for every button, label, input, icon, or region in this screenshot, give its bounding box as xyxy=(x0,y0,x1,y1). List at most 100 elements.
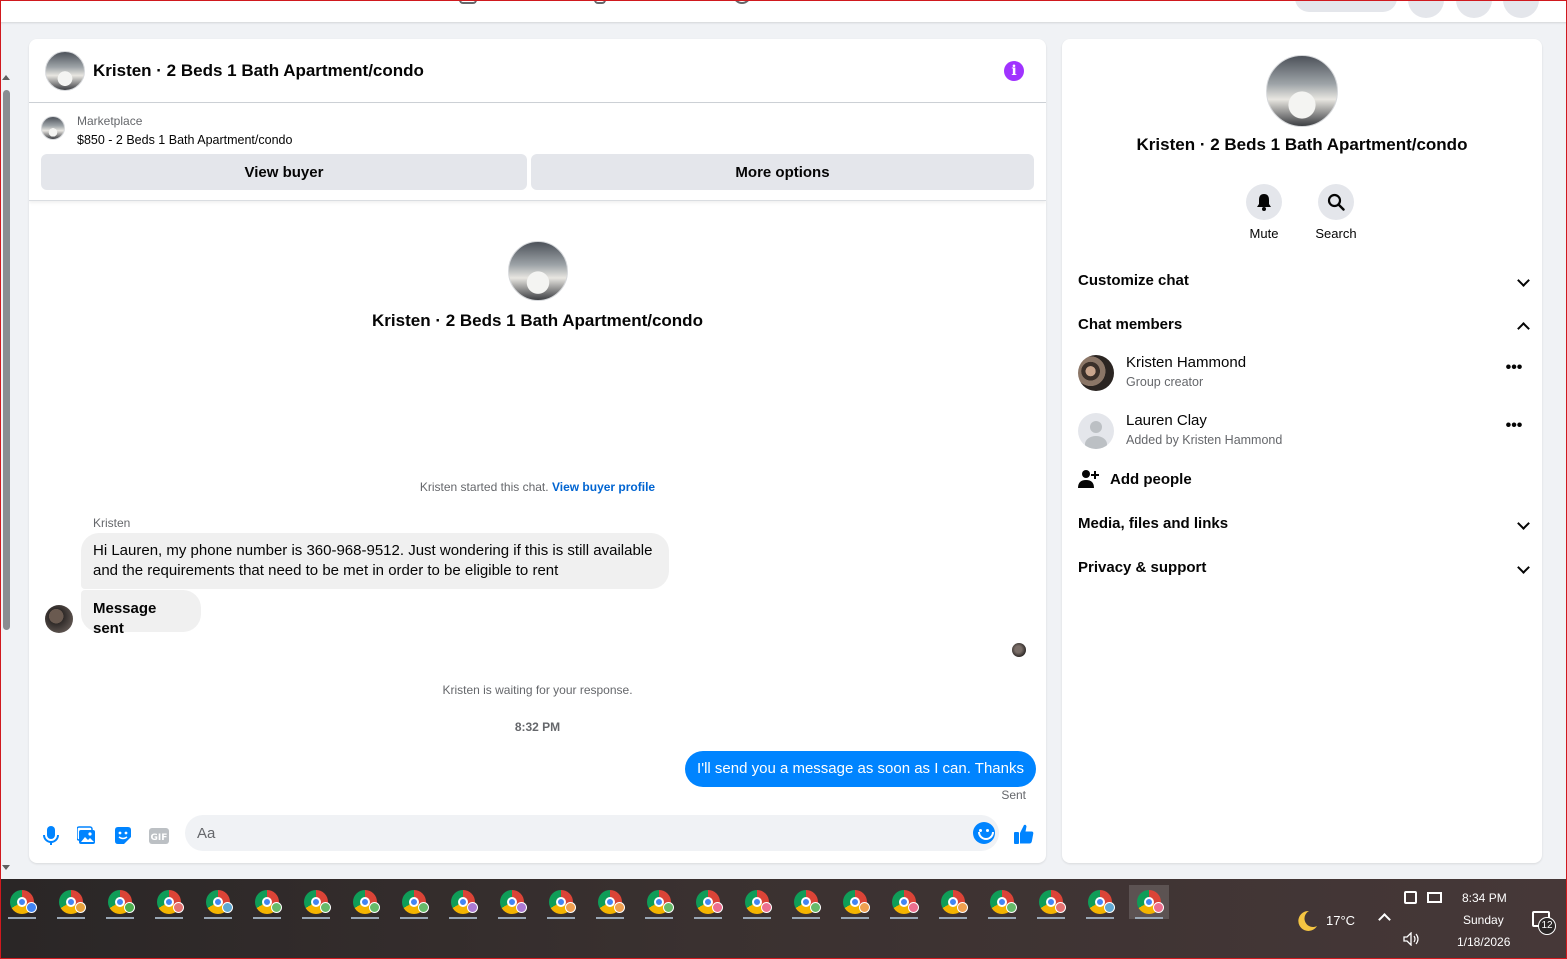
search-button[interactable]: Search xyxy=(1306,184,1366,241)
groups-nav-icon[interactable] xyxy=(594,0,606,4)
taskbar-chrome-window[interactable] xyxy=(51,885,91,919)
sender-avatar[interactable] xyxy=(45,605,73,633)
taskbar-chrome-window[interactable] xyxy=(835,885,875,919)
details-avatar[interactable] xyxy=(1266,55,1338,127)
running-indicator xyxy=(988,917,1016,919)
show-hidden-icons-chevron-icon[interactable] xyxy=(1378,913,1391,926)
mute-button[interactable]: Mute xyxy=(1234,184,1294,241)
marketplace-nav-icon[interactable] xyxy=(459,0,477,4)
taskbar-chrome-window[interactable] xyxy=(443,885,483,919)
sticker-icon[interactable] xyxy=(112,825,134,847)
meet-now-icon[interactable] xyxy=(1404,891,1417,904)
marketplace-listing-bar: Marketplace $850 - 2 Beds 1 Bath Apartme… xyxy=(29,104,1046,201)
taskbar-chrome-window[interactable] xyxy=(394,885,434,919)
taskbar-chrome-window[interactable] xyxy=(1031,885,1071,919)
taskbar-chrome-window[interactable] xyxy=(982,885,1022,919)
chat-title[interactable]: Kristen · 2 Beds 1 Bath Apartment/condo xyxy=(93,61,424,81)
volume-icon[interactable] xyxy=(1403,931,1421,951)
outgoing-message[interactable]: I'll send you a message as soon as I can… xyxy=(685,751,1036,787)
member-row[interactable]: Kristen Hammond Group creator ••• xyxy=(1078,352,1528,396)
member-name[interactable]: Kristen Hammond xyxy=(1126,354,1246,371)
network-icon[interactable] xyxy=(1427,892,1442,903)
like-thumbs-up-icon[interactable] xyxy=(1012,822,1036,846)
default-avatar-icon[interactable] xyxy=(1078,413,1114,449)
view-buyer-button[interactable]: View buyer xyxy=(41,154,527,190)
clock-date[interactable]: 1/18/2026 xyxy=(1457,935,1510,949)
taskbar-chrome-window[interactable] xyxy=(198,885,238,919)
taskbar-chrome-window[interactable] xyxy=(688,885,728,919)
member-row[interactable]: Lauren Clay Added by Kristen Hammond ••• xyxy=(1078,410,1528,454)
taskbar-chrome-window[interactable] xyxy=(1080,885,1120,919)
messenger-icon[interactable] xyxy=(1456,0,1492,18)
menu-grid-icon[interactable] xyxy=(1408,0,1444,18)
gaming-nav-icon[interactable] xyxy=(733,0,751,4)
taskbar-chrome-window[interactable] xyxy=(541,885,581,919)
running-indicator xyxy=(939,917,967,919)
taskbar-chrome-window[interactable] xyxy=(884,885,924,919)
taskbar-chrome-window[interactable] xyxy=(345,885,385,919)
taskbar-chrome-window[interactable] xyxy=(492,885,532,919)
taskbar-chrome-window[interactable] xyxy=(639,885,679,919)
taskbar-chrome-window[interactable] xyxy=(296,885,336,919)
chevron-down-icon xyxy=(1517,561,1530,574)
chat-header: Kristen · 2 Beds 1 Bath Apartment/condo … xyxy=(29,39,1046,103)
more-options-icon[interactable]: ••• xyxy=(1500,358,1528,386)
taskbar-chrome-window[interactable] xyxy=(1129,885,1169,919)
scroll-down-arrow-icon[interactable] xyxy=(2,865,10,870)
taskbar-chrome-window[interactable] xyxy=(2,885,42,919)
mute-label: Mute xyxy=(1249,226,1279,241)
photo-icon[interactable] xyxy=(76,825,98,847)
scroll-up-arrow-icon[interactable] xyxy=(2,75,10,80)
info-icon[interactable]: i xyxy=(1004,61,1024,81)
running-indicator xyxy=(204,917,232,919)
create-pill[interactable] xyxy=(1295,0,1397,12)
page-scrollbar[interactable] xyxy=(0,70,12,880)
customize-chat-section[interactable]: Customize chat xyxy=(1078,262,1530,298)
chat-avatar[interactable] xyxy=(45,50,85,91)
chat-intro: Kristen · 2 Beds 1 Bath Apartment/condo xyxy=(29,241,1046,331)
moon-weather-icon[interactable] xyxy=(1294,909,1318,938)
running-indicator xyxy=(400,917,428,919)
profile-badge-icon xyxy=(761,902,772,913)
account-avatar[interactable] xyxy=(1503,0,1539,18)
sender-name: Kristen xyxy=(93,516,131,530)
member-name[interactable]: Lauren Clay xyxy=(1126,412,1207,429)
member-avatar[interactable] xyxy=(1078,355,1114,391)
view-buyer-profile-link[interactable]: View buyer profile xyxy=(552,480,655,494)
more-options-button[interactable]: More options xyxy=(531,154,1034,190)
search-icon[interactable] xyxy=(1318,184,1354,220)
taskbar-chrome-window[interactable] xyxy=(590,885,630,919)
intro-avatar[interactable] xyxy=(507,241,568,301)
taskbar-chrome-window[interactable] xyxy=(247,885,287,919)
scrollbar-thumb[interactable] xyxy=(3,90,10,630)
chat-members-label: Chat members xyxy=(1078,315,1183,333)
incoming-message[interactable]: Hi Lauren, my phone number is 360-968-95… xyxy=(81,533,669,589)
gif-icon[interactable]: GIF xyxy=(148,825,170,847)
running-indicator xyxy=(253,917,281,919)
microphone-icon[interactable] xyxy=(40,825,62,847)
profile-badge-icon xyxy=(859,902,870,913)
taskbar-chrome-window[interactable] xyxy=(149,885,189,919)
message-input[interactable] xyxy=(185,815,999,851)
weather-temperature[interactable]: 17°C xyxy=(1326,913,1355,928)
running-indicator xyxy=(547,917,575,919)
bell-icon[interactable] xyxy=(1246,184,1282,220)
taskbar-chrome-window[interactable] xyxy=(786,885,826,919)
media-files-links-section[interactable]: Media, files and links xyxy=(1078,505,1530,541)
marketplace-label: Marketplace xyxy=(77,114,143,128)
taskbar-chrome-window[interactable] xyxy=(100,885,140,919)
listing-description[interactable]: $850 - 2 Beds 1 Bath Apartment/condo xyxy=(77,133,292,147)
chat-members-section[interactable]: Chat members xyxy=(1078,306,1530,342)
profile-badge-icon xyxy=(75,902,86,913)
running-indicator xyxy=(645,917,673,919)
clock-time[interactable]: 8:34 PM xyxy=(1462,891,1507,905)
clock-day[interactable]: Sunday xyxy=(1463,913,1504,927)
incoming-message[interactable]: Message sent xyxy=(81,590,201,637)
taskbar-chrome-window[interactable] xyxy=(737,885,777,919)
add-people-button[interactable]: Add people xyxy=(1078,466,1192,492)
taskbar-chrome-window[interactable] xyxy=(933,885,973,919)
listing-thumbnail[interactable] xyxy=(41,116,65,140)
privacy-support-section[interactable]: Privacy & support xyxy=(1078,549,1530,585)
more-options-icon[interactable]: ••• xyxy=(1500,416,1528,444)
emoji-icon[interactable] xyxy=(973,822,995,844)
